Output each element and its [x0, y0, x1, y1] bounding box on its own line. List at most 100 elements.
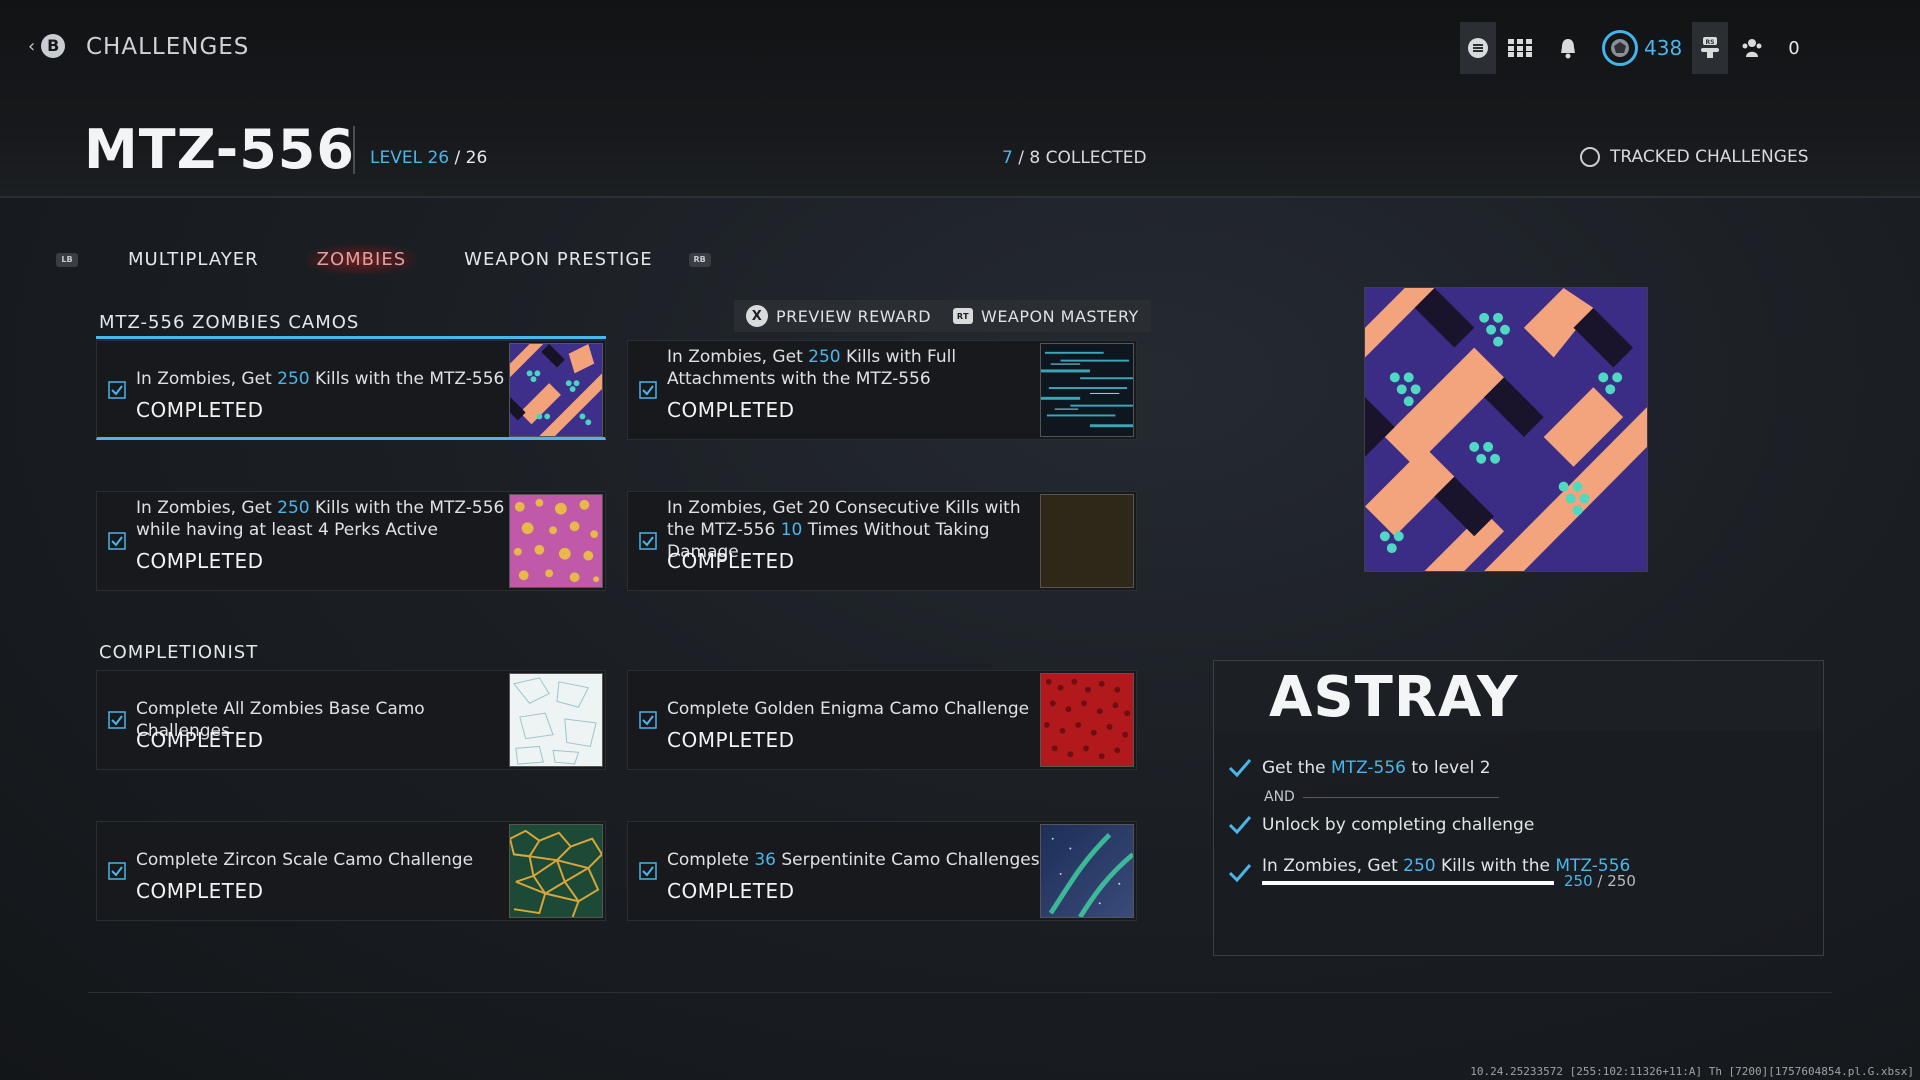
challenge-status: COMPLETED	[667, 728, 795, 752]
camo-thumbnail	[1040, 343, 1134, 437]
checkbox-checked-icon	[639, 862, 657, 880]
grid-icon	[1508, 39, 1532, 57]
weapon-mastery-label: WEAPON MASTERY	[981, 306, 1139, 326]
and-separator: AND	[1264, 789, 1499, 805]
collected-label: COLLECTED	[1045, 148, 1147, 168]
menu-icon	[1468, 38, 1488, 58]
tracked-label: TRACKED CHALLENGES	[1610, 147, 1809, 167]
checkmark-icon	[1228, 759, 1252, 778]
challenge-text: Complete Zircon Scale Camo Challenge	[136, 850, 474, 870]
checkbox-checked-icon	[108, 711, 126, 729]
back-button[interactable]: ‹ B	[28, 34, 66, 58]
challenge-card[interactable]: Complete Golden Enigma Camo Challenge CO…	[627, 670, 1137, 770]
challenge-text: In Zombies, Get 250 Kills with the MTZ-5…	[136, 498, 505, 540]
level-current: 26	[427, 148, 450, 168]
challenge-card[interactable]: In Zombies, Get 250 Kills with the MTZ-5…	[96, 491, 606, 591]
tracked-icon	[1580, 147, 1600, 167]
checkbox-checked-icon	[639, 711, 657, 729]
challenge-card[interactable]: Complete 36 Serpentinite Camo Challenges…	[627, 821, 1137, 921]
collected-count: 7 / 8 COLLECTED	[1002, 148, 1147, 168]
challenge-card[interactable]: Complete Zircon Scale Camo Challenge COM…	[96, 821, 606, 921]
progress-text: 250 / 250	[1564, 872, 1636, 890]
level-label: LEVEL	[370, 148, 423, 168]
cod-points-value: 438	[1644, 36, 1683, 60]
challenge-status: COMPLETED	[667, 879, 795, 903]
collected-total: 8	[1029, 148, 1041, 168]
weapon-mastery-button[interactable]: RT WEAPON MASTERY	[941, 300, 1151, 332]
challenge-status: COMPLETED	[136, 398, 264, 422]
checkbox-checked-icon	[108, 862, 126, 880]
checkmark-icon	[1228, 864, 1252, 883]
checkbox-checked-icon	[108, 381, 126, 399]
preview-reward-label: PREVIEW REWARD	[776, 306, 932, 326]
mode-tabs: LB MULTIPLAYER ZOMBIES WEAPON PRESTIGE R…	[56, 245, 711, 274]
rb-bumper-icon[interactable]: RB	[688, 252, 711, 267]
rs-stick-icon: RS	[1701, 37, 1720, 58]
top-bar: ‹ B CHALLENGES 438 RS 0 MTZ-556 LEVEL 26…	[0, 0, 1920, 198]
challenge-card[interactable]: In Zombies, Get 20 Consecutive Kills wit…	[627, 491, 1137, 591]
challenge-card[interactable]: In Zombies, Get 250 Kills with the MTZ-5…	[96, 340, 606, 440]
notifications-button[interactable]	[1544, 22, 1592, 74]
cod-points[interactable]: 438	[1592, 30, 1692, 66]
camo-thumbnail	[509, 673, 603, 767]
menu-button[interactable]	[1460, 22, 1496, 74]
bell-icon	[1561, 39, 1575, 59]
challenge-text: Complete 36 Serpentinite Camo Challenges	[667, 850, 1040, 870]
challenge-card[interactable]: In Zombies, Get 250 Kills with Full Atta…	[627, 340, 1137, 440]
cod-points-icon	[1602, 30, 1638, 66]
x-button-icon: X	[746, 305, 768, 327]
reward-name: ASTRAY	[1269, 665, 1519, 730]
tracked-challenges-button[interactable]: TRACKED CHALLENGES	[1580, 147, 1808, 167]
party-button[interactable]	[1728, 22, 1776, 74]
section-underline	[96, 336, 606, 339]
challenge-status: COMPLETED	[136, 879, 264, 903]
progress-fill	[1262, 881, 1554, 885]
section-title-completionist: COMPLETIONIST	[99, 642, 259, 663]
divider	[353, 126, 355, 174]
challenge-status: COMPLETED	[667, 549, 795, 573]
party-icon	[1742, 39, 1762, 57]
requirement-unlock: Unlock by completing challenge	[1228, 815, 1534, 835]
tab-weapon-prestige[interactable]: WEAPON PRESTIGE	[454, 245, 662, 274]
requirement-level: Get the MTZ-556 to level 2	[1228, 758, 1491, 778]
tab-zombies[interactable]: ZOMBIES	[306, 245, 417, 274]
challenge-text: In Zombies, Get 250 Kills with Full Atta…	[667, 347, 957, 389]
weapon-level: LEVEL 26 / 26	[370, 148, 488, 168]
challenge-text: Complete Golden Enigma Camo Challenge	[667, 699, 1030, 719]
challenge-progress-bar	[1262, 881, 1554, 885]
weapon-name: MTZ-556	[84, 118, 355, 181]
challenge-card[interactable]: Complete All Zombies Base Camo Challenge…	[96, 670, 606, 770]
collected-current: 7	[1002, 148, 1013, 168]
hud-toolbar: 438 RS 0	[1460, 22, 1850, 74]
challenge-status: COMPLETED	[136, 549, 264, 573]
build-string: 10.24.25233572 [255:102:11326+11:A] Th […	[1470, 1065, 1914, 1078]
checkbox-checked-icon	[639, 381, 657, 399]
chevron-left-icon: ‹	[28, 35, 36, 57]
camo-thumbnail	[509, 824, 603, 918]
rt-trigger-icon: RT	[953, 308, 973, 324]
rs-button[interactable]: RS	[1692, 22, 1729, 74]
svg-text:RS: RS	[1706, 39, 1715, 46]
camo-preview[interactable]	[1364, 287, 1648, 572]
b-button-icon: B	[41, 34, 66, 58]
checkbox-checked-icon	[639, 532, 657, 550]
section-title-camos: MTZ-556 ZOMBIES CAMOS	[99, 312, 360, 333]
reward-details-panel: ASTRAY Get the MTZ-556 to level 2 AND Un…	[1213, 660, 1824, 956]
camo-thumbnail	[509, 494, 603, 588]
checkbox-checked-icon	[108, 532, 126, 550]
preview-reward-button[interactable]: X PREVIEW REWARD	[734, 300, 944, 332]
lb-bumper-icon[interactable]: LB	[56, 252, 78, 267]
camo-thumbnail	[509, 343, 603, 437]
camo-thumbnail	[1040, 494, 1134, 588]
challenge-text: In Zombies, Get 250 Kills with the MTZ-5…	[136, 369, 505, 389]
grid-button[interactable]	[1496, 22, 1544, 74]
footer-divider	[88, 992, 1832, 993]
camo-thumbnail	[1040, 673, 1134, 767]
breadcrumb[interactable]: CHALLENGES	[86, 34, 249, 60]
camo-thumbnail	[1040, 824, 1134, 918]
tab-multiplayer[interactable]: MULTIPLAYER	[118, 245, 269, 274]
weapon-tag	[72, 128, 82, 164]
checkmark-icon	[1228, 816, 1252, 835]
challenge-status: COMPLETED	[667, 398, 795, 422]
challenge-status: COMPLETED	[136, 728, 264, 752]
